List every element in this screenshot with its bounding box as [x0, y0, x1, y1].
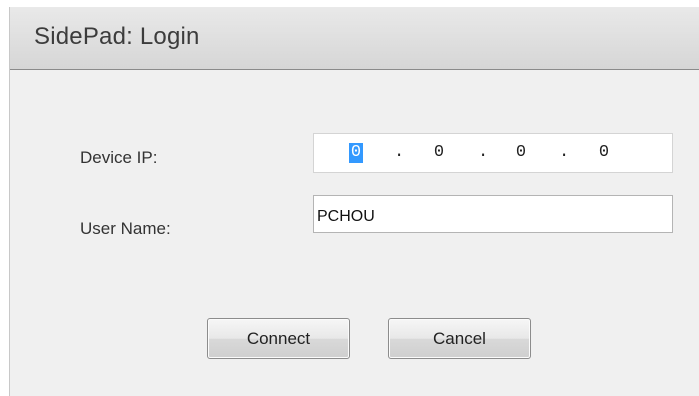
connect-button[interactable]: Connect — [207, 318, 350, 359]
ip-separator: . — [478, 143, 489, 162]
ip-octet-3[interactable]: 0 — [514, 143, 528, 163]
ip-separator: . — [559, 143, 570, 162]
ip-separator: . — [394, 143, 405, 162]
device-ip-label: Device IP: — [80, 148, 158, 167]
title-bar[interactable]: SidePad: Login — [10, 7, 699, 70]
window-title: SidePad: Login — [34, 23, 200, 50]
login-dialog: SidePad: Login Device IP: 0 . 0 . 0 . 0 … — [9, 7, 699, 396]
user-name-label: User Name: — [80, 219, 171, 238]
device-ip-field[interactable]: 0 . 0 . 0 . 0 — [313, 133, 673, 173]
user-name-input[interactable] — [313, 195, 673, 233]
cancel-button[interactable]: Cancel — [388, 318, 531, 359]
ip-octet-1[interactable]: 0 — [349, 143, 363, 163]
ip-octet-2[interactable]: 0 — [432, 143, 446, 163]
ip-octet-4[interactable]: 0 — [597, 143, 611, 163]
